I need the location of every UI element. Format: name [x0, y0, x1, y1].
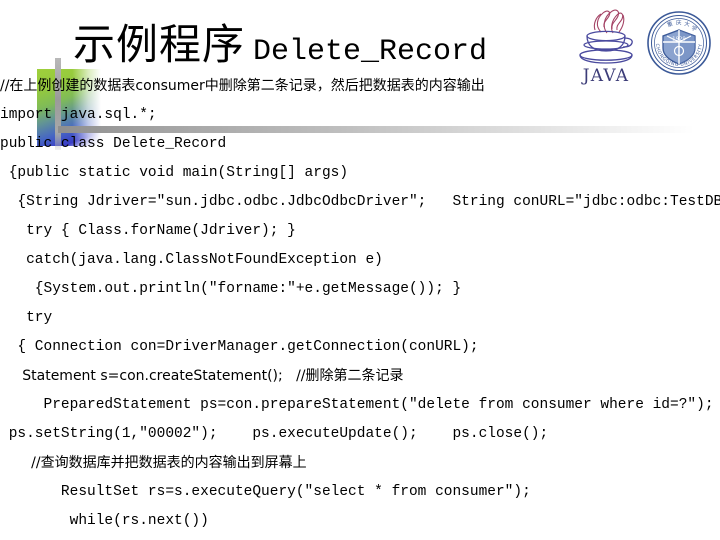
code-line: //查询数据库并把数据表的内容输出到屏幕上 [0, 455, 307, 471]
code-line: while(rs.next()) [0, 513, 209, 529]
slide-title: 示例程序 Delete_Record [0, 24, 560, 69]
code-line: public class Delete_Record [0, 136, 227, 152]
slide-title-chinese: 示例程序 [72, 20, 245, 69]
java-code-listing: //在上例创建的数据表consumer中删除第二条记录，然后把数据表的内容输出 i… [0, 72, 720, 540]
code-line: {String Jdriver="sun.jdbc.odbc.JdbcOdbcD… [0, 194, 720, 210]
code-line: {System.out.println(rs.getString("id")+"… [0, 536, 720, 540]
slide-canvas: JAVA CHONGQING UNIVERSITY 重 庆 大 学 1929 示… [0, 0, 720, 540]
code-line: ps.setString(1,"00002"); ps.executeUpdat… [0, 426, 549, 442]
code-line: Statement s=con.createStatement(); //删除第… [0, 368, 404, 384]
slide-title-english: Delete_Record [252, 35, 488, 69]
code-line: ResultSet rs=s.executeQuery("select * fr… [0, 484, 531, 500]
code-line: { Connection con=DriverManager.getConnec… [0, 339, 479, 355]
code-line: try [0, 310, 53, 326]
code-line: {System.out.println("forname:"+e.getMess… [0, 281, 462, 297]
code-line: import java.sql.*; [0, 107, 157, 123]
svg-text:1929: 1929 [672, 37, 686, 43]
chongqing-university-seal-icon: CHONGQING UNIVERSITY 重 庆 大 学 1929 [647, 11, 711, 75]
code-line: try { Class.forName(Jdriver); } [0, 223, 296, 239]
code-line: {public static void main(String[] args) [0, 165, 349, 181]
code-line: PreparedStatement ps=con.prepareStatemen… [0, 397, 714, 413]
svg-text:庆: 庆 [676, 18, 682, 26]
code-line: //在上例创建的数据表consumer中删除第二条记录，然后把数据表的内容输出 [0, 78, 485, 94]
code-line: catch(java.lang.ClassNotFoundException e… [0, 252, 383, 268]
